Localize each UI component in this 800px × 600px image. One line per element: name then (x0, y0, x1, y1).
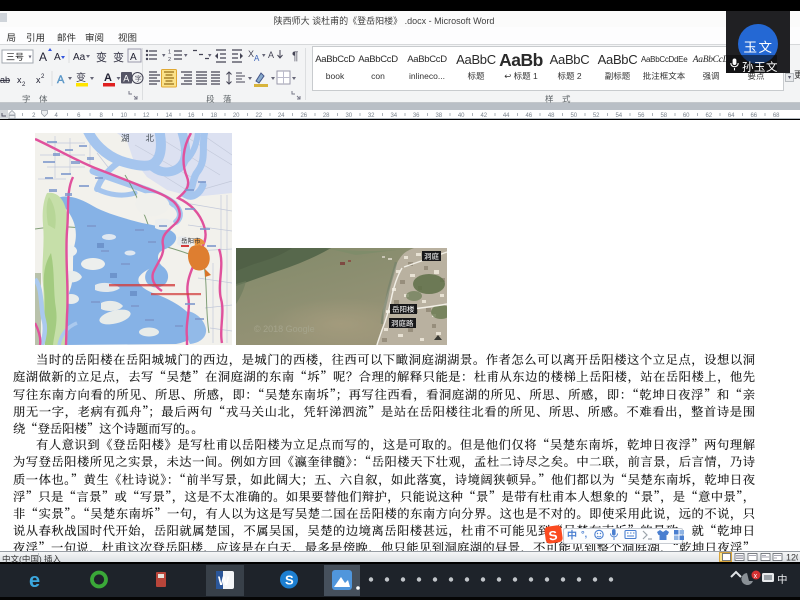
svg-text:2: 2 (22, 82, 26, 88)
svg-text:64: 64 (728, 113, 735, 119)
svg-text:S: S (285, 573, 294, 588)
svg-text:22: 22 (255, 113, 262, 119)
svg-text:40: 40 (458, 113, 465, 119)
svg-text:6: 6 (77, 113, 81, 119)
svg-text:52: 52 (593, 113, 600, 119)
svg-text:变: 变 (96, 49, 107, 65)
svg-text:ab: ab (0, 75, 10, 85)
svg-text:A: A (268, 50, 274, 60)
svg-text:44: 44 (503, 113, 510, 119)
svg-text:54: 54 (615, 113, 622, 119)
svg-text:60: 60 (683, 113, 690, 119)
svg-text:¶: ¶ (292, 49, 298, 63)
svg-text:58: 58 (660, 113, 667, 119)
svg-text:洞庭路: 洞庭路 (391, 318, 414, 329)
svg-text:28: 28 (323, 113, 330, 119)
svg-text:© 2018 Google: © 2018 Google (254, 324, 315, 334)
svg-text:34: 34 (390, 113, 397, 119)
svg-text:18: 18 (210, 113, 217, 119)
svg-text:A: A (130, 52, 137, 63)
svg-text:4: 4 (55, 113, 59, 119)
svg-text:68: 68 (773, 113, 780, 119)
svg-text:20: 20 (233, 113, 240, 119)
svg-text:2: 2 (32, 113, 36, 119)
svg-text:42: 42 (480, 113, 487, 119)
svg-text:46: 46 (525, 113, 532, 119)
svg-text:W: W (218, 574, 230, 588)
svg-text:8: 8 (100, 113, 104, 119)
svg-text:岳阳市: 岳阳市 (181, 235, 201, 245)
svg-text:湖北: 湖北 (121, 133, 170, 144)
svg-text:48: 48 (548, 113, 555, 119)
svg-text:26: 26 (300, 113, 307, 119)
svg-text:A: A (254, 54, 260, 63)
svg-text:10: 10 (120, 113, 127, 119)
svg-text:°,: °, (581, 529, 587, 539)
svg-text:56: 56 (638, 113, 645, 119)
svg-text:洞庭: 洞庭 (424, 251, 439, 262)
svg-text:14: 14 (165, 113, 172, 119)
svg-text:2: 2 (168, 57, 171, 63)
svg-text:岳阳楼: 岳阳楼 (392, 304, 415, 315)
svg-text:1: 1 (168, 50, 171, 56)
svg-text:36: 36 (413, 113, 420, 119)
svg-text:三号: 三号 (6, 50, 24, 63)
svg-text:e: e (29, 570, 40, 592)
svg-text:A: A (104, 72, 112, 84)
svg-text:A: A (57, 74, 65, 86)
svg-text:A: A (123, 74, 129, 84)
svg-text:120: 120 (786, 553, 798, 563)
svg-text:50: 50 (570, 113, 577, 119)
svg-text:变: 变 (76, 69, 86, 84)
svg-text:30: 30 (345, 113, 352, 119)
svg-text:中: 中 (567, 527, 577, 542)
svg-text:A: A (39, 50, 47, 64)
svg-text:中: 中 (777, 572, 788, 587)
svg-text:38: 38 (435, 113, 442, 119)
svg-text:x: x (754, 573, 758, 580)
svg-text:62: 62 (705, 113, 712, 119)
svg-text:2: 2 (41, 74, 45, 80)
svg-text:32: 32 (368, 113, 375, 119)
svg-text:Aa: Aa (73, 52, 86, 63)
svg-text:12: 12 (143, 113, 150, 119)
svg-text:16: 16 (188, 113, 195, 119)
svg-text:A: A (54, 52, 61, 63)
svg-text:66: 66 (750, 113, 757, 119)
svg-text:字: 字 (135, 74, 142, 84)
svg-text:24: 24 (278, 113, 285, 119)
svg-text:变: 变 (113, 49, 124, 65)
